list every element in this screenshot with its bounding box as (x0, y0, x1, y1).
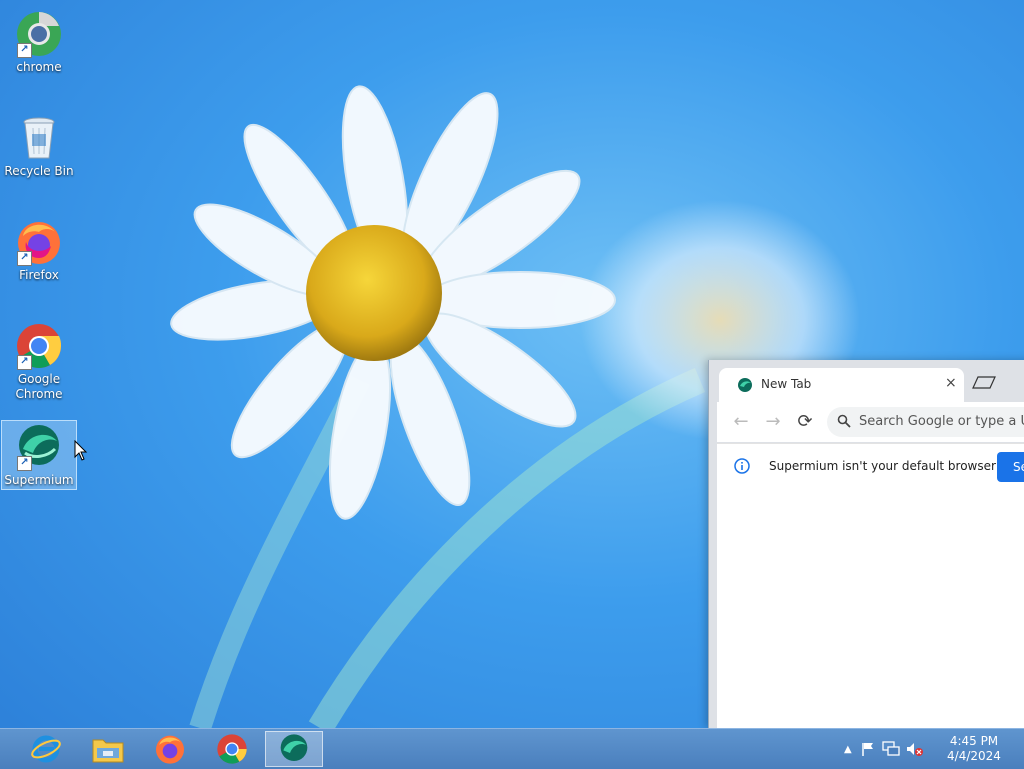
set-as-default-button[interactable]: Set as default (997, 452, 1024, 504)
internet-explorer-icon (31, 735, 61, 763)
desktop-icon-google-chrome[interactable]: ↗ Google Chrome (2, 316, 76, 402)
desktop-icon-label: Google Chrome (15, 372, 63, 401)
google-chrome-icon: ↗ (15, 322, 63, 370)
supermium-icon: ↗ (15, 423, 63, 471)
desktop-icon-recycle-bin[interactable]: Recycle Bin (2, 108, 76, 179)
action-center-flag-icon[interactable] (860, 741, 876, 757)
shortcut-arrow-icon: ↗ (17, 456, 32, 471)
desktop-icon-chrome[interactable]: ↗ chrome (2, 4, 76, 75)
mouse-cursor-icon (74, 440, 88, 461)
recycle-bin-icon (15, 114, 63, 162)
new-tab-page (717, 488, 1024, 728)
shortcut-arrow-icon: ↗ (17, 43, 32, 58)
firefox-icon: ↗ (15, 218, 63, 266)
tab-title: New Tab (761, 377, 812, 391)
taskbar-firefox[interactable] (142, 731, 198, 767)
taskbar-supermium[interactable] (265, 731, 323, 767)
shortcut-arrow-icon: ↗ (17, 251, 32, 266)
system-tray: ▲ (844, 729, 924, 769)
desktop-icon-label: Supermium (4, 473, 74, 487)
supermium-favicon-icon (738, 378, 752, 392)
google-chrome-icon (217, 734, 247, 764)
back-arrow-icon[interactable]: ← (729, 410, 753, 434)
omnibox-placeholder: Search Google or type a URL (859, 414, 1024, 429)
supermium-browser-window[interactable]: New Tab × ← → ⟳ Search Google or type a … (708, 360, 1024, 728)
info-icon (734, 458, 750, 474)
desktop-icon-label: Firefox (19, 268, 59, 282)
taskbar-clock[interactable]: 4:45 PM 4/4/2024 (940, 734, 1008, 764)
volume-muted-icon[interactable] (906, 741, 924, 757)
file-explorer-icon (92, 739, 124, 763)
search-icon (837, 414, 851, 428)
tab-close-icon[interactable]: × (945, 375, 957, 391)
taskbar: ▲ 4:45 PM 4/4/2024 (0, 728, 1024, 769)
new-tab-button[interactable] (971, 374, 997, 392)
taskbar-file-explorer[interactable] (80, 731, 136, 767)
reload-icon[interactable]: ⟳ (793, 410, 817, 434)
supermium-icon (280, 734, 308, 761)
chrome-canary-shortcut-icon: ↗ (15, 10, 63, 58)
shortcut-arrow-icon: ↗ (17, 355, 32, 370)
taskbar-google-chrome[interactable] (204, 731, 260, 767)
desktop-icon-firefox[interactable]: ↗ Firefox (2, 212, 76, 283)
firefox-icon (156, 735, 184, 764)
desktop-icon-label: Recycle Bin (4, 164, 74, 178)
tab-new-tab[interactable]: New Tab × (719, 368, 964, 402)
show-hidden-icons-chevron-up-icon[interactable]: ▲ (844, 744, 852, 755)
clock-time: 4:45 PM (949, 734, 999, 748)
omnibox[interactable]: Search Google or type a URL (827, 407, 1024, 437)
desktop-icon-supermium[interactable]: ↗ Supermium (1, 420, 77, 490)
infobar-message: Supermium isn't your default browser (769, 459, 996, 473)
clock-date: 4/4/2024 (947, 749, 1001, 763)
browser-toolbar: ← → ⟳ Search Google or type a URL (717, 402, 1024, 442)
desktop-icon-label: chrome (16, 60, 62, 74)
taskbar-internet-explorer[interactable] (18, 731, 74, 767)
default-browser-infobar: Supermium isn't your default browser Set… (717, 443, 1024, 504)
network-icon[interactable] (882, 741, 900, 757)
forward-arrow-icon[interactable]: → (761, 410, 785, 434)
